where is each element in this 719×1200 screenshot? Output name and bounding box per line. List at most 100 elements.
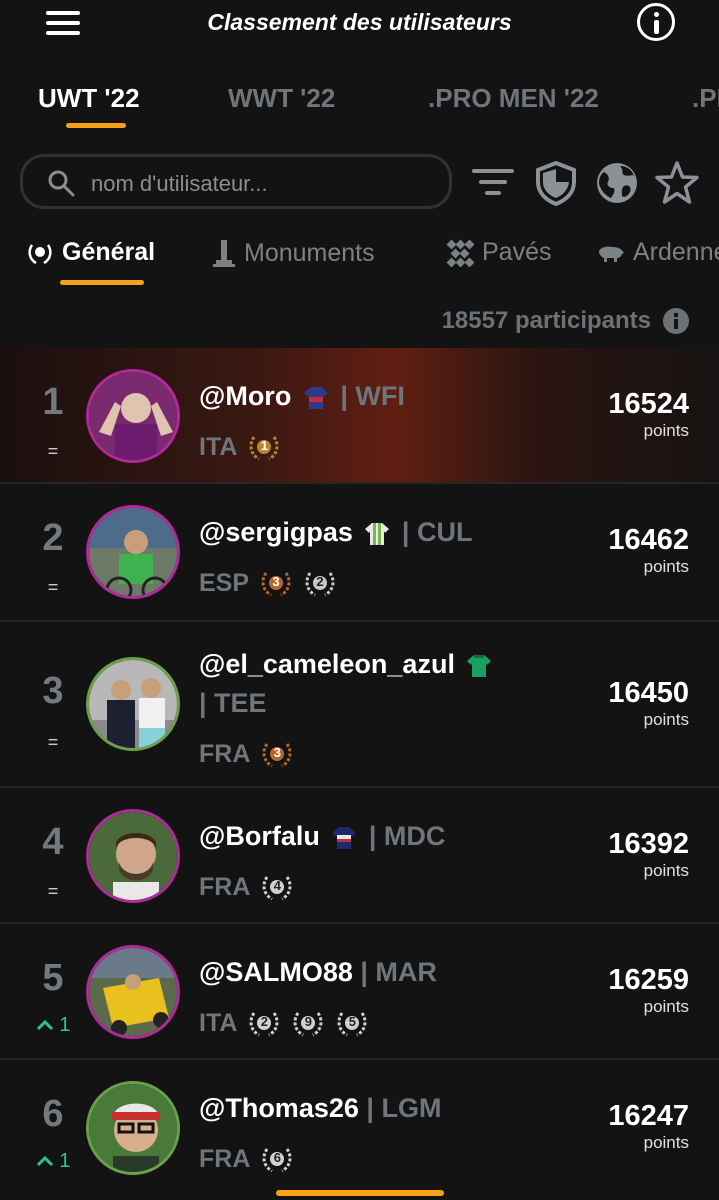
tab-monuments-label: Monuments bbox=[244, 238, 375, 267]
badge-number: 6 bbox=[273, 1149, 281, 1165]
tab-general-label: Général bbox=[62, 238, 156, 266]
score-unit: points bbox=[643, 710, 689, 729]
participants-label: 18557 participants bbox=[441, 307, 651, 334]
tab-general[interactable]: Général bbox=[26, 238, 155, 267]
leaderboard-list: 1 = @Moro | WFI ITA 1 16524 points 2 = @… bbox=[0, 348, 719, 1196]
competition-tab-indicator bbox=[66, 123, 126, 128]
badge-number: 3 bbox=[272, 573, 280, 589]
badge-number: 9 bbox=[304, 1013, 313, 1029]
country-code: FRA bbox=[199, 740, 251, 768]
score: 16462 points bbox=[608, 524, 689, 577]
rank-trend: = bbox=[47, 441, 59, 461]
score-value: 16392 bbox=[608, 828, 689, 860]
score-unit: points bbox=[643, 997, 689, 1016]
leaderboard-row[interactable]: 4 = @Borfalu | MDC FRA 4 16392 points bbox=[0, 788, 719, 924]
country-row: ESP 3 2 bbox=[199, 569, 337, 598]
rank-number: 4 bbox=[42, 821, 64, 863]
leaderboard-row[interactable]: 3 = @el_cameleon_azul | TEE FRA 3 16450 … bbox=[0, 622, 719, 788]
tab-ardennes[interactable]: Ardennes bbox=[597, 238, 719, 267]
laurel-badge-icon: 2 bbox=[247, 1010, 281, 1038]
cobblestone-icon bbox=[446, 239, 474, 267]
score: 16392 points bbox=[608, 828, 689, 881]
boar-icon bbox=[599, 246, 624, 262]
search-icon bbox=[48, 170, 75, 197]
avatar[interactable] bbox=[86, 1081, 180, 1175]
username-text: @Thomas26 bbox=[199, 1093, 359, 1123]
score-unit: points bbox=[643, 557, 689, 576]
tab-monuments[interactable]: Monuments bbox=[212, 238, 375, 268]
avatar[interactable] bbox=[86, 809, 180, 903]
scroll-indicator bbox=[276, 1190, 444, 1196]
laurel-badge-icon: 4 bbox=[260, 874, 294, 902]
search-input[interactable]: nom d'utilisateur... bbox=[20, 154, 452, 209]
country-row: ITA 2 9 5 bbox=[199, 1009, 369, 1038]
chevron-up-icon bbox=[36, 1155, 53, 1167]
avatar[interactable] bbox=[86, 657, 180, 751]
team-jersey-icon bbox=[303, 386, 328, 409]
shield-icon[interactable] bbox=[533, 160, 579, 206]
avatar[interactable] bbox=[86, 945, 180, 1039]
search-placeholder: nom d'utilisateur... bbox=[91, 171, 268, 196]
tab-paves-label: Pavés bbox=[482, 238, 552, 266]
username: @Moro | WFI bbox=[199, 381, 405, 412]
score: 16259 points bbox=[608, 964, 689, 1017]
username-text: @el_cameleon_azul bbox=[199, 649, 455, 679]
laurel-icon bbox=[28, 243, 52, 264]
star-icon[interactable] bbox=[654, 160, 700, 206]
score: 16450 points bbox=[608, 677, 689, 730]
country-code: FRA bbox=[199, 873, 251, 901]
rank-number: 5 bbox=[42, 957, 64, 999]
participants-info-icon[interactable] bbox=[663, 308, 689, 334]
laurel-badge-icon: 5 bbox=[335, 1010, 369, 1038]
badge-number: 3 bbox=[273, 744, 281, 760]
score-value: 16450 bbox=[608, 677, 689, 709]
team-code: | MAR bbox=[360, 957, 437, 987]
country-row: FRA 3 bbox=[199, 740, 294, 769]
rank-trend: 1 bbox=[30, 1150, 76, 1173]
team-code: | LGM bbox=[366, 1093, 442, 1123]
country-row: FRA 4 bbox=[199, 873, 294, 902]
leaderboard-row[interactable]: 5 1 @SALMO88 | MAR ITA 2 9 5 16259 point… bbox=[0, 924, 719, 1060]
tab-wwt-22[interactable]: WWT '22 bbox=[228, 83, 335, 114]
category-tab-indicator bbox=[60, 280, 144, 285]
laurel-badge-icon: 3 bbox=[260, 741, 294, 769]
country-row: ITA 1 bbox=[199, 433, 281, 462]
score-value: 16247 bbox=[608, 1100, 689, 1132]
username: @sergigpas | CUL bbox=[199, 517, 472, 548]
username-text: @sergigpas bbox=[199, 517, 353, 547]
avatar[interactable] bbox=[86, 505, 180, 599]
team-jersey-icon bbox=[365, 522, 390, 545]
team-code: | WFI bbox=[340, 381, 405, 411]
username-text: @SALMO88 bbox=[199, 957, 353, 987]
avatar[interactable] bbox=[86, 369, 180, 463]
rank-trend: = bbox=[47, 577, 59, 597]
rank-number: 3 bbox=[42, 670, 64, 712]
tab-pro-men-22[interactable]: .PRO MEN '22 bbox=[428, 83, 599, 114]
tab-uwt-22[interactable]: UWT '22 bbox=[38, 83, 140, 114]
rank-number: 1 bbox=[42, 381, 64, 423]
score-unit: points bbox=[643, 1133, 689, 1152]
laurel-badge-icon: 6 bbox=[260, 1146, 294, 1174]
laurel-badge-icon: 9 bbox=[291, 1010, 325, 1038]
leaderboard-row[interactable]: 6 1 @Thomas26 | LGM FRA 6 16247 points bbox=[0, 1060, 719, 1196]
rank-trend: = bbox=[47, 732, 59, 752]
rank-number: 6 bbox=[42, 1093, 64, 1135]
country-code: ESP bbox=[199, 569, 250, 597]
tab-paves[interactable]: Pavés bbox=[446, 238, 551, 267]
score-value: 16462 bbox=[608, 524, 689, 556]
tab-ardennes-label: Ardennes bbox=[633, 238, 719, 266]
page-title: Classement des utilisateurs bbox=[207, 9, 512, 35]
filter-icon[interactable] bbox=[470, 160, 516, 206]
laurel-badge-icon: 2 bbox=[303, 570, 337, 598]
leaderboard-row[interactable]: 1 = @Moro | WFI ITA 1 16524 points bbox=[0, 348, 719, 484]
badge-number: 5 bbox=[348, 1013, 357, 1029]
score: 16247 points bbox=[608, 1100, 689, 1153]
rank-trend: = bbox=[47, 881, 59, 901]
tab-pro[interactable]: .PRO bbox=[692, 83, 719, 114]
globe-icon[interactable] bbox=[594, 160, 640, 206]
score-value: 16259 bbox=[608, 964, 689, 996]
info-icon[interactable] bbox=[637, 3, 675, 41]
leaderboard-row[interactable]: 2 = @sergigpas | CUL ESP 3 2 16462 point… bbox=[0, 484, 719, 622]
country-code: ITA bbox=[199, 1009, 238, 1037]
participants-count: 18557 participants bbox=[442, 307, 689, 335]
